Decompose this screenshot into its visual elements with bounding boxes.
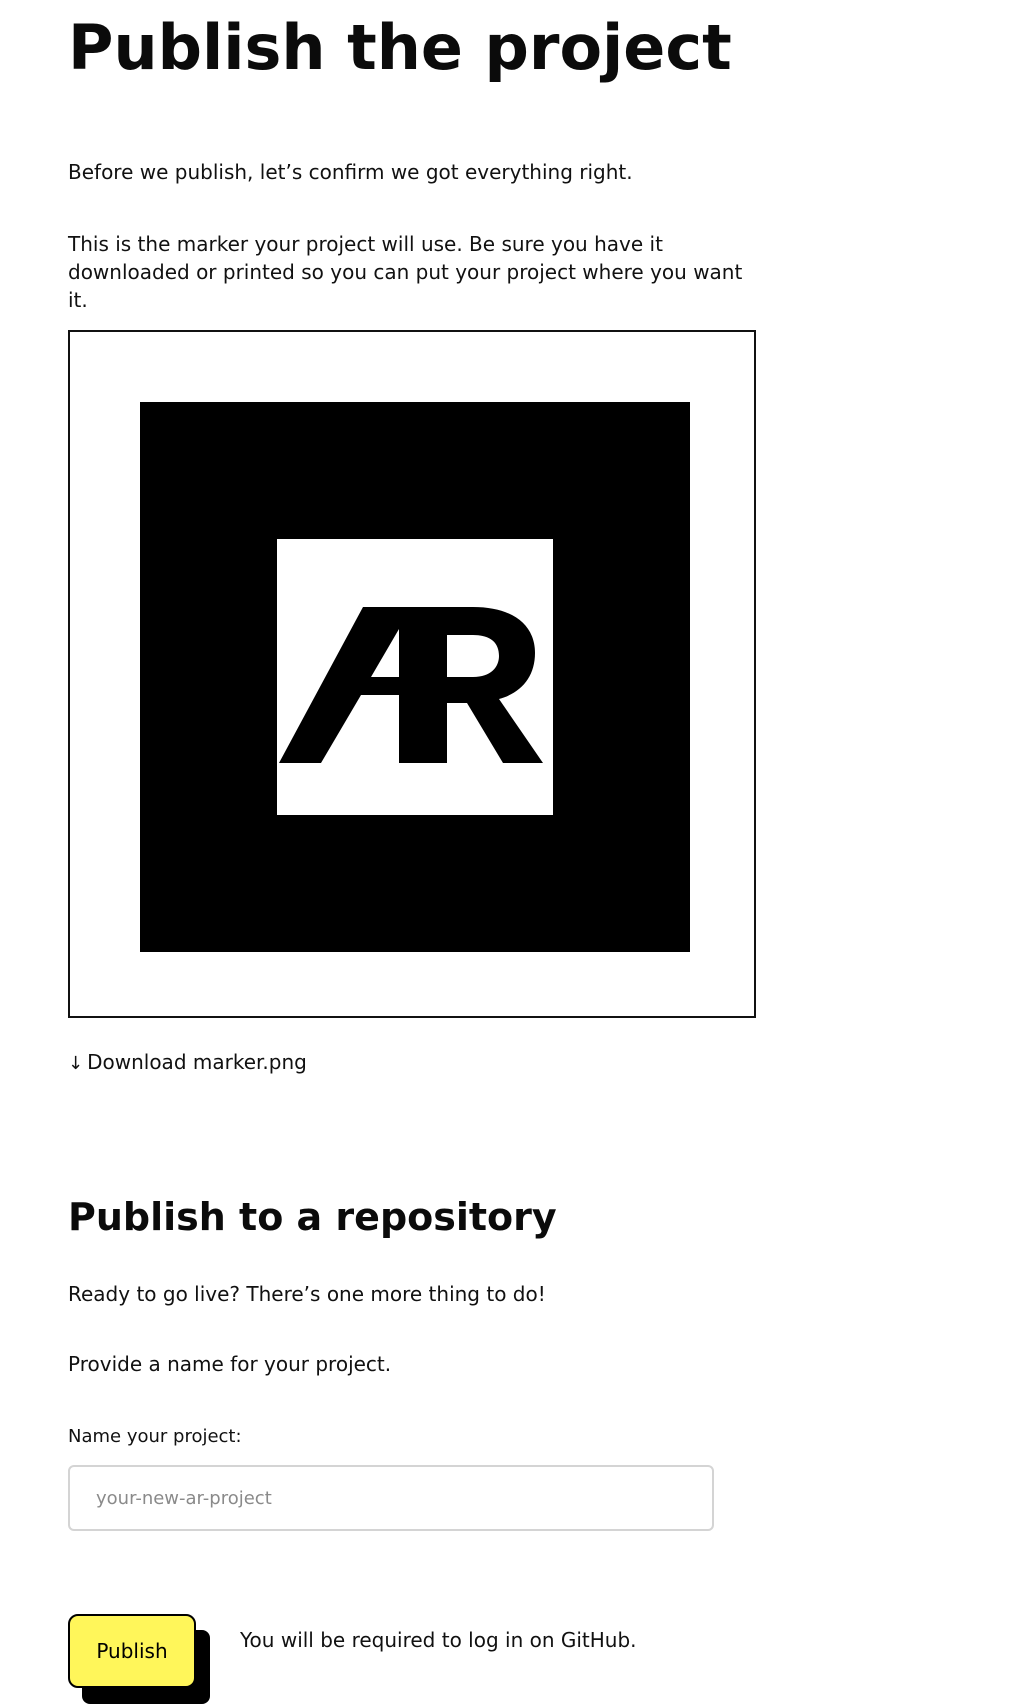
publish-section-title: Publish to a repository [68, 1195, 557, 1239]
download-arrow-icon: ↓ [68, 1053, 84, 1074]
marker-image-frame: AR [68, 330, 756, 1018]
intro-text: Before we publish, let’s confirm we got … [68, 160, 633, 184]
marker-description: This is the marker your project will use… [68, 232, 743, 312]
page-title: Publish the project [68, 11, 732, 84]
publish-button[interactable]: Publish [68, 1614, 196, 1688]
marker-logo: AR [277, 539, 553, 815]
download-marker-label: Download marker.png [87, 1050, 307, 1074]
download-marker-link[interactable]: ↓ Download marker.png [68, 1048, 307, 1078]
project-name-input[interactable] [68, 1465, 714, 1531]
publish-button-wrap: Publish [68, 1614, 212, 1704]
ar-logo-icon: AR [279, 607, 543, 763]
marker-border: AR [140, 402, 690, 952]
github-login-note: You will be required to log in on GitHub… [240, 1628, 637, 1652]
ready-text: Ready to go live? There’s one more thing… [68, 1282, 546, 1306]
project-name-label: Name your project: [68, 1426, 242, 1447]
provide-name-text: Provide a name for your project. [68, 1352, 392, 1376]
